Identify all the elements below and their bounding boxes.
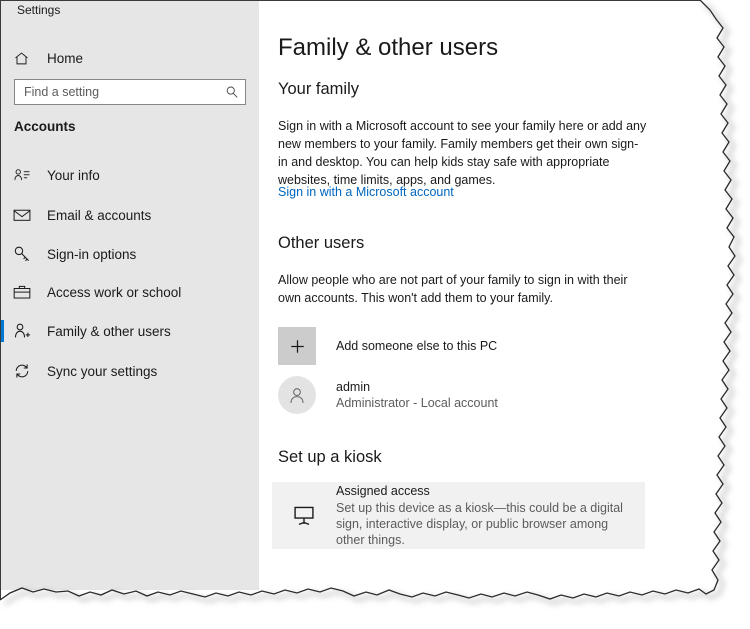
sidebar-group-accounts: Accounts [14,119,76,134]
window-title: Settings [17,3,61,17]
sidebar-item-home[interactable]: Home [1,39,259,77]
add-someone-else-label: Add someone else to this PC [336,339,498,353]
sidebar-item-sync-your-settings-label: Sync your settings [47,363,158,379]
plus-icon[interactable] [278,327,316,365]
settings-window: Settings Home Find a setting Accounts Yo… [1,1,714,590]
envelope-icon [13,205,37,225]
sidebar-item-sync-your-settings[interactable]: Sync your settings [1,352,259,390]
sidebar-item-access-work-school-label: Access work or school [47,284,182,300]
screenshot-frame: Settings Home Find a setting Accounts Yo… [0,0,750,629]
assigned-access-description: Set up this device as a kiosk—this could… [336,501,623,547]
section-heading-your-family: Your family [278,80,360,98]
sidebar-item-email-accounts[interactable]: Email & accounts [1,196,259,234]
sidebar-item-email-accounts-label: Email & accounts [47,207,152,223]
search-input[interactable] [15,80,219,104]
sidebar: Settings Home Find a setting Accounts Yo… [1,1,259,590]
section-heading-other-users: Other users [278,234,365,252]
add-someone-else-button[interactable]: Add someone else to this PC [278,327,668,365]
search-box[interactable] [14,79,246,105]
assigned-access-texts: Assigned access Set up this device as a … [336,483,636,548]
sidebar-item-home-label: Home [47,50,84,66]
user-account-description: Administrator - Local account [336,396,498,410]
sidebar-item-access-work-school[interactable]: Access work or school [1,273,259,311]
sign-in-microsoft-account-link[interactable]: Sign in with a Microsoft account [278,185,454,199]
assigned-access-title: Assigned access [336,484,430,498]
user-account-name: admin [336,380,371,394]
sidebar-item-family-other-users[interactable]: Family & other users [1,312,259,350]
other-users-description: Allow people who are not part of your fa… [278,273,628,305]
key-icon [13,244,37,264]
search-icon[interactable] [219,85,245,99]
briefcase-icon [13,282,37,302]
sidebar-item-your-info-label: Your info [47,167,100,183]
person-lines-icon [13,165,37,185]
person-add-icon [13,321,37,341]
page-title: Family & other users [278,34,499,61]
home-icon [13,48,37,68]
main-content: Family & other users Your family Sign in… [259,1,714,590]
sidebar-item-sign-in-options-label: Sign-in options [47,246,137,262]
user-account-row[interactable]: admin Administrator - Local account [278,375,668,415]
sidebar-item-your-info[interactable]: Your info [1,156,259,194]
kiosk-monitor-icon [280,503,328,529]
your-family-description: Sign in with a Microsoft account to see … [278,119,647,187]
assigned-access-card[interactable]: Assigned access Set up this device as a … [272,482,645,549]
user-account-texts: admin Administrator - Local account [336,379,498,411]
person-avatar-icon [278,376,316,414]
sidebar-item-sign-in-options[interactable]: Sign-in options [1,235,259,273]
section-heading-set-up-kiosk: Set up a kiosk [278,448,382,466]
sidebar-item-family-other-users-label: Family & other users [47,323,171,339]
sync-icon [13,361,37,381]
